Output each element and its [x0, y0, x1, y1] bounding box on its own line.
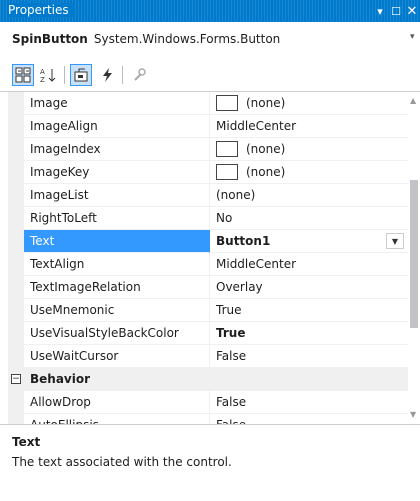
object-type: System.Windows.Forms.Button [93, 32, 281, 46]
property-pages-button[interactable] [128, 64, 150, 86]
property-value[interactable]: False [210, 414, 408, 424]
description-title: Text [12, 435, 41, 449]
toolbar-separator [122, 66, 123, 84]
object-name: SpinButton [12, 32, 88, 46]
property-value[interactable]: False [210, 345, 408, 368]
events-button[interactable] [96, 64, 118, 86]
property-name: AutoEllipsis [24, 414, 210, 424]
property-row-imagelist[interactable]: ImageList (none) [8, 184, 408, 207]
window-menu-button[interactable]: ▾ [372, 2, 388, 20]
description-pane: Text The text associated with the contro… [0, 424, 420, 501]
property-name: ImageAlign [24, 115, 210, 138]
property-row-usevisualstylebackcolor[interactable]: UseVisualStyleBackColor True [8, 322, 408, 345]
property-row-righttoleft[interactable]: RightToLeft No [8, 207, 408, 230]
property-row-imagealign[interactable]: ImageAlign MiddleCenter [8, 115, 408, 138]
description-text: The text associated with the control. [12, 455, 232, 469]
property-row-imageindex[interactable]: ImageIndex (none) [8, 138, 408, 161]
property-name: UseWaitCursor [24, 345, 210, 368]
scroll-up-icon[interactable]: ▲ [410, 96, 416, 105]
property-value[interactable]: No [210, 207, 408, 230]
category-name: Behavior [30, 372, 91, 386]
property-name: ImageKey [24, 161, 210, 184]
chevron-down-icon: ▼ [391, 236, 399, 246]
property-row-usewaitcursor[interactable]: UseWaitCursor False [8, 345, 408, 368]
chevron-down-icon[interactable]: ▾ [410, 32, 415, 42]
image-swatch [216, 163, 238, 180]
properties-button[interactable] [70, 64, 92, 86]
categorized-icon [15, 67, 31, 83]
vertical-scrollbar[interactable]: ▲ ▼ [408, 92, 420, 424]
window-title: Properties [8, 3, 75, 17]
property-name: RightToLeft [24, 207, 210, 230]
property-value[interactable]: (none) [210, 161, 408, 184]
property-name: TextImageRelation [24, 276, 210, 299]
scrollbar-thumb[interactable] [410, 180, 418, 328]
property-name: UseMnemonic [24, 299, 210, 322]
property-row-text[interactable]: Text Button1 ▼ [8, 230, 408, 253]
property-value[interactable]: MiddleCenter [210, 115, 408, 138]
property-value[interactable]: False [210, 391, 408, 414]
property-name: ImageList [24, 184, 210, 207]
property-name: TextAlign [24, 253, 210, 276]
property-value[interactable]: MiddleCenter [210, 253, 408, 276]
property-value[interactable]: Overlay [210, 276, 408, 299]
property-value[interactable]: True [210, 322, 408, 345]
collapse-icon[interactable]: − [11, 374, 21, 384]
object-selector[interactable]: SpinButton System.Windows.Forms.Button ▾ [0, 26, 420, 52]
property-value[interactable]: (none) [210, 138, 408, 161]
property-value[interactable]: (none) [210, 184, 408, 207]
property-name: Text [24, 230, 210, 253]
property-value[interactable]: Button1 [210, 230, 408, 253]
property-value[interactable]: (none) [210, 92, 408, 115]
category-behavior[interactable]: − Behavior [8, 368, 408, 391]
property-row-textalign[interactable]: TextAlign MiddleCenter [8, 253, 408, 276]
maximize-button[interactable]: ☐ [388, 2, 404, 20]
properties-toolbar: A Z [0, 56, 420, 92]
property-name: ImageIndex [24, 138, 210, 161]
properties-icon [74, 68, 88, 82]
property-name: Image [24, 92, 210, 115]
alphabetical-button[interactable]: A Z [38, 64, 60, 86]
svg-text:A: A [40, 68, 45, 76]
property-row-image[interactable]: Image (none) [8, 92, 408, 115]
property-pages-icon [134, 68, 146, 81]
toolbar-separator [64, 66, 65, 84]
property-name: UseVisualStyleBackColor [24, 322, 210, 345]
scroll-down-icon[interactable]: ▼ [410, 410, 416, 419]
property-row-usemnemonic[interactable]: UseMnemonic True [8, 299, 408, 322]
property-grid: Image (none) ImageAlign MiddleCenter Ima… [8, 92, 408, 424]
property-row-textimagerelation[interactable]: TextImageRelation Overlay [8, 276, 408, 299]
property-row-allowdrop[interactable]: AllowDrop False [8, 391, 408, 414]
svg-text:Z: Z [40, 76, 45, 83]
events-icon [103, 68, 112, 82]
categorized-button[interactable] [12, 64, 34, 86]
alphabetical-icon: A Z [40, 68, 56, 83]
close-button[interactable]: ✕ [404, 2, 420, 20]
property-row-imagekey[interactable]: ImageKey (none) [8, 161, 408, 184]
image-swatch [216, 140, 238, 157]
title-bar: Properties ▾ ☐ ✕ [0, 0, 420, 22]
dropdown-button[interactable]: ▼ [386, 233, 404, 249]
property-value[interactable]: True [210, 299, 408, 322]
property-row-autoellipsis[interactable]: AutoEllipsis False [8, 414, 408, 424]
property-name: AllowDrop [24, 391, 210, 414]
image-swatch [216, 94, 238, 111]
